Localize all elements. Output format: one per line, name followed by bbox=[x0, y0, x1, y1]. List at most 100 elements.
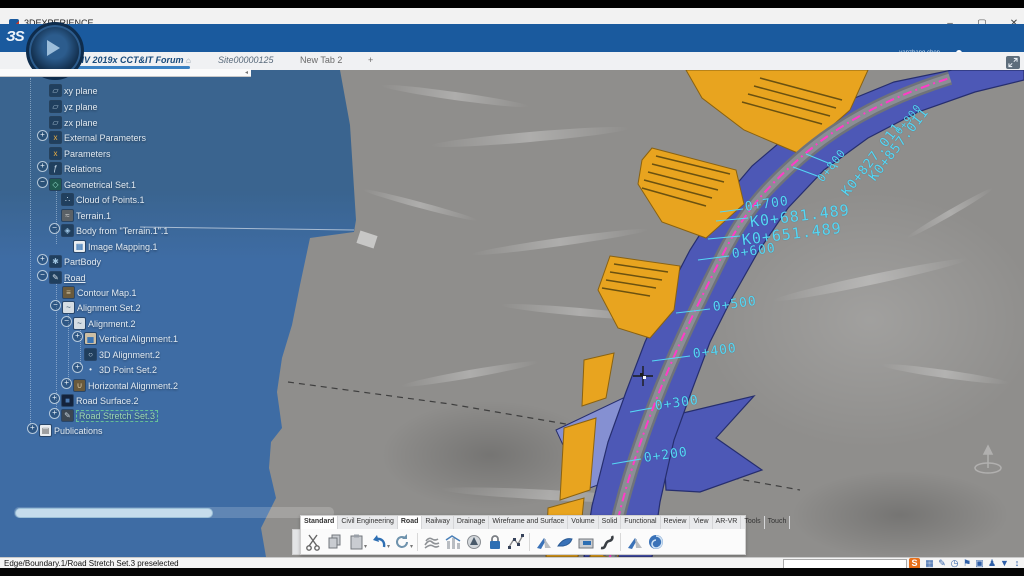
tree-item-image-mapping-1[interactable]: ▦Image Mapping.1 bbox=[74, 238, 158, 251]
tree-scrollbar-track[interactable] bbox=[14, 507, 334, 518]
toolbar-tab-view[interactable]: View bbox=[690, 516, 712, 529]
copy-icon[interactable] bbox=[324, 532, 345, 553]
collapse-icon[interactable]: − bbox=[37, 270, 48, 281]
tree-item-road[interactable]: −✎Road bbox=[50, 269, 86, 282]
undo-icon[interactable] bbox=[368, 532, 389, 553]
expand-icon[interactable]: + bbox=[72, 331, 83, 342]
tree-item-label: Road bbox=[64, 273, 86, 283]
tree-item-3d-alignment-2[interactable]: ○3D Alignment.2 bbox=[85, 346, 160, 359]
toolbar-tab-touch[interactable]: Touch bbox=[765, 516, 791, 529]
3ds-logo: ЗS bbox=[6, 28, 24, 45]
cloud-of-points-icon: ∴ bbox=[62, 194, 73, 205]
toolbar-tab-functional[interactable]: Functional bbox=[621, 516, 660, 529]
expand-icon[interactable]: + bbox=[49, 408, 60, 419]
tab-new-tab-2[interactable]: New Tab 2 bbox=[300, 55, 342, 65]
tree-item-geometrical-set-1[interactable]: −◇Geometrical Set.1 bbox=[50, 176, 136, 189]
tree-item-alignment-set-2[interactable]: −~Alignment Set.2 bbox=[63, 299, 141, 312]
geometrical-set-icon: ◇ bbox=[50, 179, 61, 190]
expand-icon[interactable]: + bbox=[37, 161, 48, 172]
mail-export-icon[interactable] bbox=[575, 532, 596, 553]
tree-item-partbody[interactable]: +✱PartBody bbox=[50, 253, 101, 266]
tree-item-yz-plane[interactable]: ▱yz plane bbox=[50, 98, 98, 111]
tab-site[interactable]: Site00000125 bbox=[218, 55, 274, 65]
toolbar-separator bbox=[620, 533, 621, 551]
profile-chart-icon[interactable] bbox=[442, 532, 463, 553]
contour-map-icon: ≡ bbox=[63, 287, 74, 298]
tree-item-label: Vertical Alignment.1 bbox=[99, 334, 178, 344]
tree-item-road-surface-2[interactable]: +■Road Surface.2 bbox=[62, 392, 139, 405]
road-section-icon[interactable] bbox=[533, 532, 554, 553]
tree-item-label: Geometrical Set.1 bbox=[64, 180, 136, 190]
point-set-tool-icon[interactable] bbox=[505, 532, 526, 553]
collapse-icon[interactable]: − bbox=[49, 223, 60, 234]
tree-item-xy-plane[interactable]: ▱xy plane bbox=[50, 82, 98, 95]
tree-item-external-parameters[interactable]: +xExternal Parameters bbox=[50, 129, 146, 142]
collapse-icon[interactable]: − bbox=[37, 177, 48, 188]
view-compass-ghost[interactable] bbox=[968, 438, 1008, 482]
toolbar-tab-solid[interactable]: Solid bbox=[599, 516, 622, 529]
toolbar-tab-railway[interactable]: Railway bbox=[422, 516, 454, 529]
tree-item-3d-point-set-2[interactable]: +•3D Point Set.2 bbox=[85, 361, 157, 374]
toolbar-tab-civil-engineering[interactable]: Civil Engineering bbox=[338, 516, 398, 529]
paste-icon[interactable] bbox=[345, 532, 366, 553]
expand-icon[interactable]: + bbox=[37, 130, 48, 141]
toolbar-tab-review[interactable]: Review bbox=[661, 516, 691, 529]
tree-hscrollbar[interactable]: ◂ bbox=[0, 69, 251, 77]
expand-icon[interactable]: + bbox=[49, 393, 60, 404]
lock-icon[interactable] bbox=[484, 532, 505, 553]
road-section-2-icon[interactable] bbox=[624, 532, 645, 553]
tree-item-label: Parameters bbox=[64, 149, 111, 159]
terrain-tool-icon[interactable] bbox=[421, 532, 442, 553]
tree-item-body-from-terrain-1-1[interactable]: −◈Body from "Terrain.1".1 bbox=[62, 222, 168, 235]
expand-icon[interactable]: + bbox=[72, 362, 83, 373]
dropdown-caret-icon[interactable]: ▾ bbox=[387, 543, 390, 550]
cut-icon[interactable] bbox=[303, 532, 324, 553]
tree-item-alignment-2[interactable]: −~Alignment.2 bbox=[74, 315, 136, 328]
road-icon: ✎ bbox=[50, 272, 61, 283]
tree-item-road-stretch-set-3[interactable]: +✎Road Stretch Set.3 bbox=[62, 407, 158, 420]
new-tab-button[interactable]: + bbox=[368, 55, 373, 65]
collapse-icon[interactable]: − bbox=[50, 300, 61, 311]
toolbar-tab-tools[interactable]: Tools bbox=[741, 516, 764, 529]
tree-item-parameters[interactable]: xParameters bbox=[50, 145, 111, 158]
tree-item-horizontal-alignment-2[interactable]: +∪Horizontal Alignment.2 bbox=[74, 377, 178, 390]
dropdown-caret-icon[interactable]: ▾ bbox=[364, 543, 367, 550]
tree-item-cloud-of-points-1[interactable]: ∴Cloud of Points.1 bbox=[62, 191, 145, 204]
tree-item-zx-plane[interactable]: ▱zx plane bbox=[50, 114, 98, 127]
3d-sphere-icon[interactable] bbox=[463, 532, 484, 553]
expand-viewport-icon[interactable] bbox=[1006, 56, 1020, 69]
expand-icon[interactable]: + bbox=[37, 254, 48, 265]
home-icon: ⌂ bbox=[186, 56, 191, 65]
road-stretch-icon: ✎ bbox=[62, 410, 73, 421]
image-mapping-icon: ▦ bbox=[74, 241, 85, 252]
expand-icon[interactable]: + bbox=[27, 423, 38, 434]
toolbar-tab-wireframe-and-surface[interactable]: Wireframe and Surface bbox=[489, 516, 568, 529]
s-curve-icon[interactable] bbox=[596, 532, 617, 553]
toolbar-separator bbox=[417, 533, 418, 551]
swirl-surface-icon[interactable] bbox=[645, 532, 666, 553]
tree-item-label: Horizontal Alignment.2 bbox=[88, 381, 178, 391]
tree-item-publications[interactable]: +▤Publications bbox=[40, 422, 103, 435]
collapse-icon[interactable]: − bbox=[61, 316, 72, 327]
horizontal-alignment-icon: ∪ bbox=[74, 380, 85, 391]
toolbar-tab-drainage[interactable]: Drainage bbox=[454, 516, 489, 529]
toolbar-tab-road[interactable]: Road bbox=[398, 516, 423, 529]
toolbar-tab-volume[interactable]: Volume bbox=[568, 516, 598, 529]
tree-item-vertical-alignment-1[interactable]: +▅Vertical Alignment.1 bbox=[85, 330, 178, 343]
tree-item-label: Alignment Set.2 bbox=[77, 303, 141, 313]
expand-icon[interactable]: + bbox=[61, 378, 72, 389]
compass-play-icon bbox=[47, 40, 60, 56]
app-header: ЗS 3DEXPERIENCE | CATIA Civil Engineerin… bbox=[0, 24, 1024, 52]
tree-item-contour-map-1[interactable]: ≡Contour Map.1 bbox=[63, 284, 137, 297]
tree-item-terrain-1[interactable]: ≈Terrain.1 bbox=[62, 207, 111, 220]
dropdown-caret-icon[interactable]: ▾ bbox=[410, 543, 413, 550]
tree-item-relations[interactable]: +ƒRelations bbox=[50, 160, 102, 173]
scroll-left-arrow[interactable]: ◂ bbox=[245, 69, 248, 76]
tree-scrollbar-thumb[interactable] bbox=[15, 508, 213, 518]
tab-civ-forum[interactable]: CIV 2019x CCT&IT Forum ⌂ bbox=[75, 55, 191, 65]
update-icon[interactable] bbox=[391, 532, 412, 553]
toolbar-tab-standard[interactable]: Standard bbox=[301, 516, 338, 529]
toolbar-tab-ar-vr[interactable]: AR-VR bbox=[713, 516, 742, 529]
3d-viewport[interactable]: ▱xy plane ▱yz plane ▱zx plane +xExternal Pa… bbox=[0, 70, 1024, 557]
road-surface-tool-icon[interactable] bbox=[554, 532, 575, 553]
